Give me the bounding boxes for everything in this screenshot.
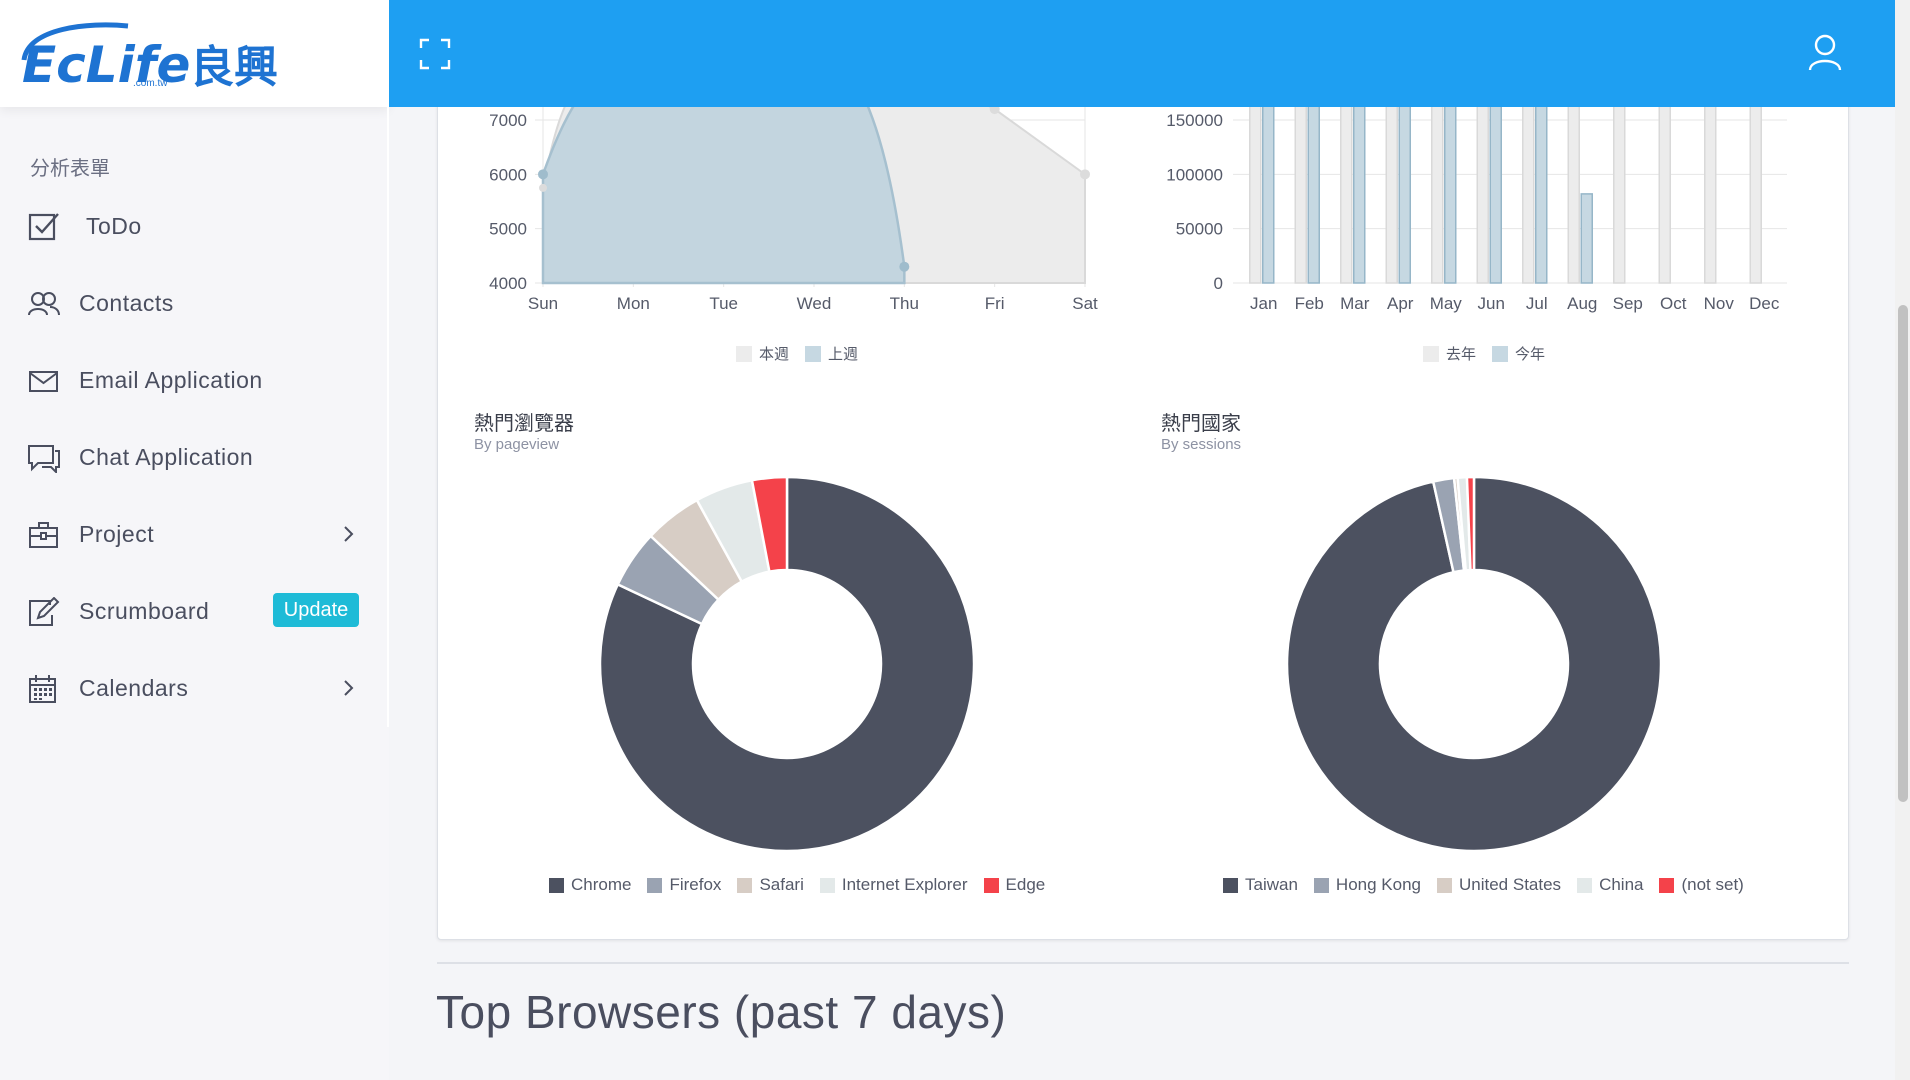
legend-item[interactable]: 去年 bbox=[1423, 343, 1476, 364]
legend-swatch bbox=[1223, 877, 1238, 893]
legend-item[interactable]: United States bbox=[1437, 875, 1561, 895]
browser-chart-title: 熱門瀏覽器 bbox=[474, 411, 574, 435]
legend-swatch bbox=[1492, 345, 1509, 362]
legend-label: China bbox=[1599, 875, 1644, 894]
legend-swatch bbox=[549, 877, 564, 893]
edit-icon bbox=[29, 597, 60, 626]
chevron-right-icon bbox=[344, 680, 354, 696]
legend-label: Edge bbox=[1005, 875, 1046, 894]
legend-label: (not set) bbox=[1681, 875, 1744, 894]
legend-swatch bbox=[647, 877, 663, 893]
legend-label: 本週 bbox=[759, 345, 790, 363]
legend-label: Taiwan bbox=[1245, 875, 1298, 894]
section-heading: Top Browsers (past 7 days) bbox=[436, 986, 1007, 1038]
sidebar-item-contacts[interactable]: Contacts bbox=[0, 275, 389, 331]
sidebar-item-scrumboard[interactable]: Scrumboard Update bbox=[0, 583, 389, 639]
sidebar-item-label: Email Application bbox=[79, 366, 263, 393]
legend-item[interactable]: Taiwan bbox=[1223, 875, 1298, 895]
section-divider bbox=[437, 962, 1849, 964]
briefcase-icon bbox=[29, 522, 58, 548]
legend-item[interactable]: 今年 bbox=[1492, 343, 1545, 364]
legend-swatch bbox=[1313, 877, 1329, 893]
checkbox-icon bbox=[28, 213, 59, 241]
sidebar-item-label: Project bbox=[79, 520, 155, 547]
sidebar: EcLife .com.tw 良興 分析表單 ToDo Contacts Ema… bbox=[0, 0, 389, 1080]
page-scrollbar[interactable] bbox=[1895, 0, 1910, 1080]
area-chart-legend: 本週 上週 bbox=[736, 343, 874, 364]
sidebar-item-todo[interactable]: ToDo bbox=[0, 198, 389, 254]
sidebar-item-label: Calendars bbox=[79, 674, 189, 701]
scrollbar-thumb[interactable] bbox=[1898, 305, 1908, 802]
legend-swatch bbox=[805, 345, 822, 362]
logo[interactable]: EcLife .com.tw 良興 bbox=[0, 0, 389, 107]
mail-icon bbox=[29, 371, 58, 392]
legend-swatch bbox=[983, 877, 999, 893]
users-icon bbox=[28, 292, 60, 316]
sidebar-item-chat[interactable]: Chat Application bbox=[0, 429, 389, 485]
legend-swatch bbox=[1437, 877, 1452, 893]
fullscreen-icon[interactable] bbox=[419, 38, 451, 70]
calendar-icon bbox=[29, 675, 56, 703]
update-badge: Update bbox=[273, 593, 359, 627]
sidebar-item-label: Chat Application bbox=[79, 443, 254, 470]
bar-chart-legend: 去年 今年 bbox=[1423, 343, 1561, 364]
legend-label: 去年 bbox=[1446, 345, 1477, 363]
country-chart-legend: Taiwan Hong Kong United States China (not se… bbox=[1223, 875, 1760, 895]
legend-swatch bbox=[819, 877, 835, 893]
sidebar-item-calendars[interactable]: Calendars bbox=[0, 660, 389, 716]
browser-chart-legend: Chrome Firefox Safari Internet Explorer Edge bbox=[549, 875, 1061, 895]
legend-label: Firefox bbox=[669, 875, 722, 894]
legend-item[interactable]: Internet Explorer bbox=[819, 875, 968, 895]
legend-swatch bbox=[736, 345, 752, 362]
country-chart-subtitle: By sessions bbox=[1161, 436, 1242, 453]
legend-item[interactable]: Firefox bbox=[647, 875, 721, 895]
chevron-right-icon bbox=[344, 526, 354, 542]
legend-item[interactable]: Edge bbox=[983, 875, 1046, 895]
legend-item[interactable]: Safari bbox=[737, 875, 804, 895]
sidebar-item-label: Scrumboard bbox=[79, 597, 210, 624]
sidebar-item-label: Contacts bbox=[79, 289, 174, 316]
legend-item[interactable]: (not set) bbox=[1659, 875, 1744, 895]
legend-label: United States bbox=[1459, 875, 1562, 894]
legend-item[interactable]: China bbox=[1577, 875, 1643, 895]
legend-item[interactable]: Hong Kong bbox=[1313, 875, 1421, 895]
legend-swatch bbox=[1423, 345, 1439, 362]
legend-swatch bbox=[1577, 877, 1593, 893]
logo-domain: .com.tw bbox=[133, 78, 168, 89]
user-icon[interactable] bbox=[1807, 34, 1843, 72]
legend-item[interactable]: 本週 bbox=[736, 343, 789, 364]
legend-swatch bbox=[737, 877, 753, 893]
sidebar-item-project[interactable]: Project bbox=[0, 506, 389, 562]
chat-icon bbox=[28, 445, 60, 473]
legend-label: Internet Explorer bbox=[841, 875, 968, 894]
country-chart-title: 熱門國家 bbox=[1161, 411, 1241, 435]
charts-card bbox=[437, 60, 1849, 940]
legend-label: 上週 bbox=[828, 345, 859, 363]
legend-label: Safari bbox=[759, 875, 804, 894]
legend-label: 今年 bbox=[1515, 345, 1546, 363]
legend-item[interactable]: 上週 bbox=[805, 343, 858, 364]
sidebar-item-label: ToDo bbox=[86, 212, 142, 239]
legend-item[interactable]: Chrome bbox=[549, 875, 631, 895]
legend-label: Hong Kong bbox=[1335, 875, 1421, 894]
legend-label: Chrome bbox=[571, 875, 632, 894]
sidebar-item-email[interactable]: Email Application bbox=[0, 352, 389, 408]
sidebar-section-title: 分析表單 bbox=[30, 156, 110, 180]
logo-cjk: 良興 bbox=[190, 42, 278, 90]
browser-chart-subtitle: By pageview bbox=[474, 436, 560, 453]
legend-swatch bbox=[1659, 877, 1675, 893]
top-navbar bbox=[389, 0, 1895, 107]
